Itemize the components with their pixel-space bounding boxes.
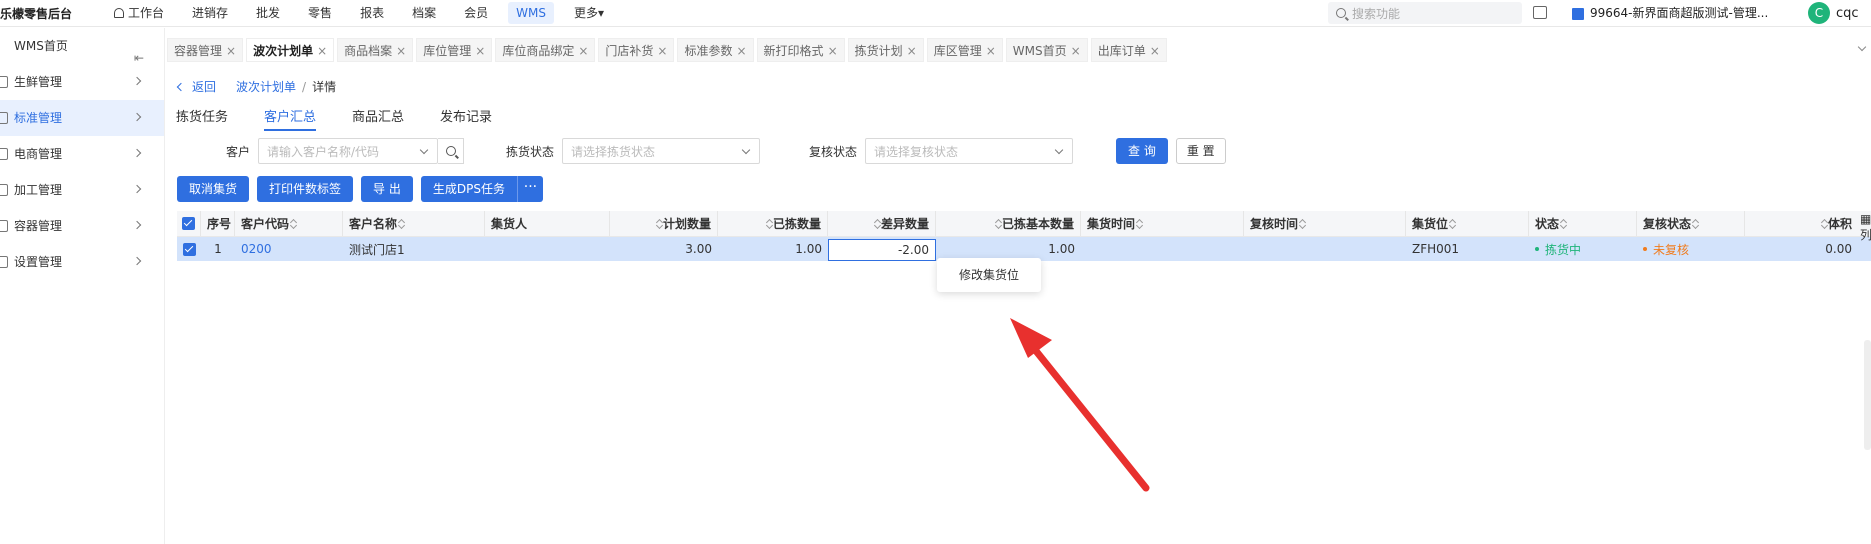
grid-icon: ▦ xyxy=(1860,212,1871,226)
column-settings-label: 列 xyxy=(1860,228,1871,242)
arrow-shaft xyxy=(1020,332,1150,492)
scrollbar[interactable] xyxy=(1864,340,1871,450)
arrow-head xyxy=(1010,318,1052,358)
column-settings[interactable]: ▦ 列 xyxy=(1860,212,1871,243)
annotation-arrow xyxy=(1010,318,1150,492)
